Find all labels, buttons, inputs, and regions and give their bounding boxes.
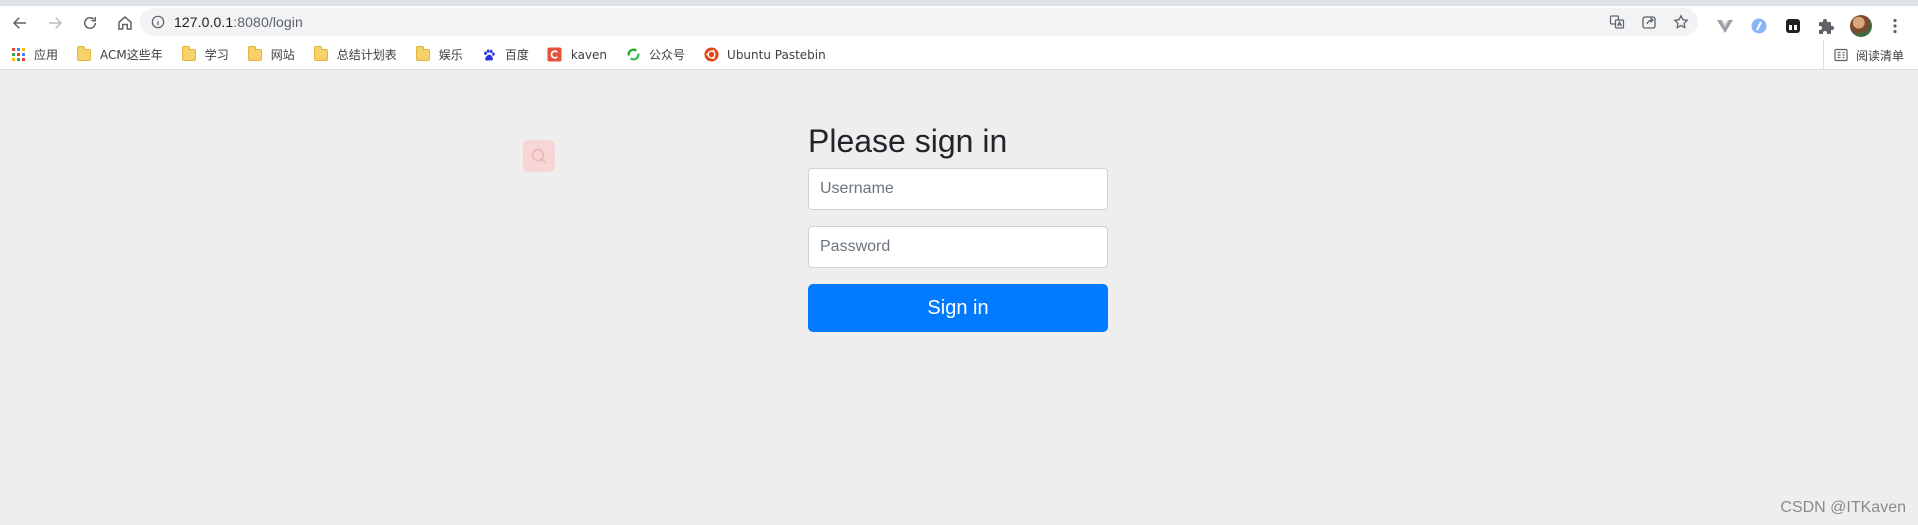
- ubuntu-icon: [703, 47, 719, 63]
- profile-avatar[interactable]: [1850, 15, 1872, 37]
- extensions-puzzle-icon[interactable]: [1816, 15, 1838, 37]
- bookmark-label: 娱乐: [438, 48, 463, 62]
- url-path: :8080/login: [233, 14, 303, 30]
- reload-icon[interactable]: [75, 8, 105, 38]
- bookmark-star-icon[interactable]: [1670, 11, 1692, 33]
- folder-icon: [76, 45, 92, 63]
- folder-icon: [313, 45, 329, 63]
- floating-search-icon[interactable]: [523, 140, 555, 172]
- bookmark-folder-sites[interactable]: 网站: [237, 43, 303, 67]
- apps-grid-icon: [10, 47, 26, 63]
- watermark-text: CSDN @ITKaven: [1780, 499, 1906, 516]
- bookmark-folder-study[interactable]: 学习: [171, 43, 237, 67]
- reading-list-label: 阅读清单: [1855, 48, 1904, 63]
- baidu-paw-icon: [481, 47, 497, 63]
- back-arrow-icon[interactable]: [5, 8, 35, 38]
- wechat-loop-icon: [625, 47, 641, 63]
- signin-form: Please sign in Sign in: [808, 122, 1108, 332]
- bookmark-ubuntu-pastebin[interactable]: Ubuntu Pastebin: [693, 43, 834, 67]
- bookmark-folder-plan[interactable]: 总结计划表: [303, 43, 405, 67]
- url-host: 127.0.0.1: [174, 14, 234, 30]
- bookmarks-bar: 应用 ACM这些年 学习 网站 总结计划表 娱乐 百度 kaven 公众号 Ub…: [0, 40, 1918, 70]
- bookmark-label: 总结计划表: [336, 48, 397, 62]
- folder-icon: [181, 45, 197, 63]
- browser-toolbar: 127.0.0.1:8080/login: [0, 0, 1918, 40]
- bookmark-kaven[interactable]: kaven: [537, 43, 615, 67]
- bookmark-label: 学习: [204, 48, 229, 62]
- bookmark-baidu[interactable]: 百度: [471, 43, 537, 67]
- bookmark-label: 应用: [34, 48, 59, 62]
- url-text[interactable]: 127.0.0.1:8080/login: [174, 14, 303, 30]
- bookmark-apps[interactable]: 应用: [0, 43, 66, 67]
- folder-icon: [247, 45, 263, 63]
- more-menu-icon[interactable]: [1884, 15, 1906, 37]
- bookmark-label: 百度: [504, 48, 529, 62]
- translate-icon[interactable]: [1606, 11, 1628, 33]
- omnibox-actions: [1606, 8, 1692, 36]
- address-bar[interactable]: 127.0.0.1:8080/login: [140, 8, 1698, 36]
- folder-icon: [415, 45, 431, 63]
- reading-list-icon: [1834, 48, 1848, 62]
- bookmark-label: ACM这些年: [100, 48, 163, 62]
- forward-arrow-icon[interactable]: [40, 8, 70, 38]
- reading-list-button[interactable]: 阅读清单: [1822, 40, 1904, 70]
- page-content: Please sign in Sign in CSDN @ITKaven: [0, 71, 1918, 525]
- bookmark-label: 网站: [270, 48, 295, 62]
- page-title: Please sign in: [808, 123, 1008, 159]
- share-icon[interactable]: [1638, 11, 1660, 33]
- username-input[interactable]: [808, 168, 1108, 210]
- extension-square-icon[interactable]: [1782, 15, 1804, 37]
- bookmark-folder-acm[interactable]: ACM这些年: [66, 43, 171, 67]
- home-icon[interactable]: [110, 8, 140, 38]
- bookmark-label: 公众号: [649, 48, 686, 62]
- site-info-icon[interactable]: [144, 8, 172, 36]
- csdn-c-icon: [547, 47, 563, 63]
- bookmark-folder-fun[interactable]: 娱乐: [405, 43, 471, 67]
- vue-devtools-icon[interactable]: [1714, 15, 1736, 37]
- bookmark-label: Ubuntu Pastebin: [727, 47, 826, 62]
- password-input[interactable]: [808, 226, 1108, 268]
- signin-button[interactable]: Sign in: [808, 284, 1108, 332]
- extension-circle-icon[interactable]: [1748, 15, 1770, 37]
- bookmark-label: kaven: [570, 47, 608, 62]
- bookmark-official-account[interactable]: 公众号: [615, 43, 693, 67]
